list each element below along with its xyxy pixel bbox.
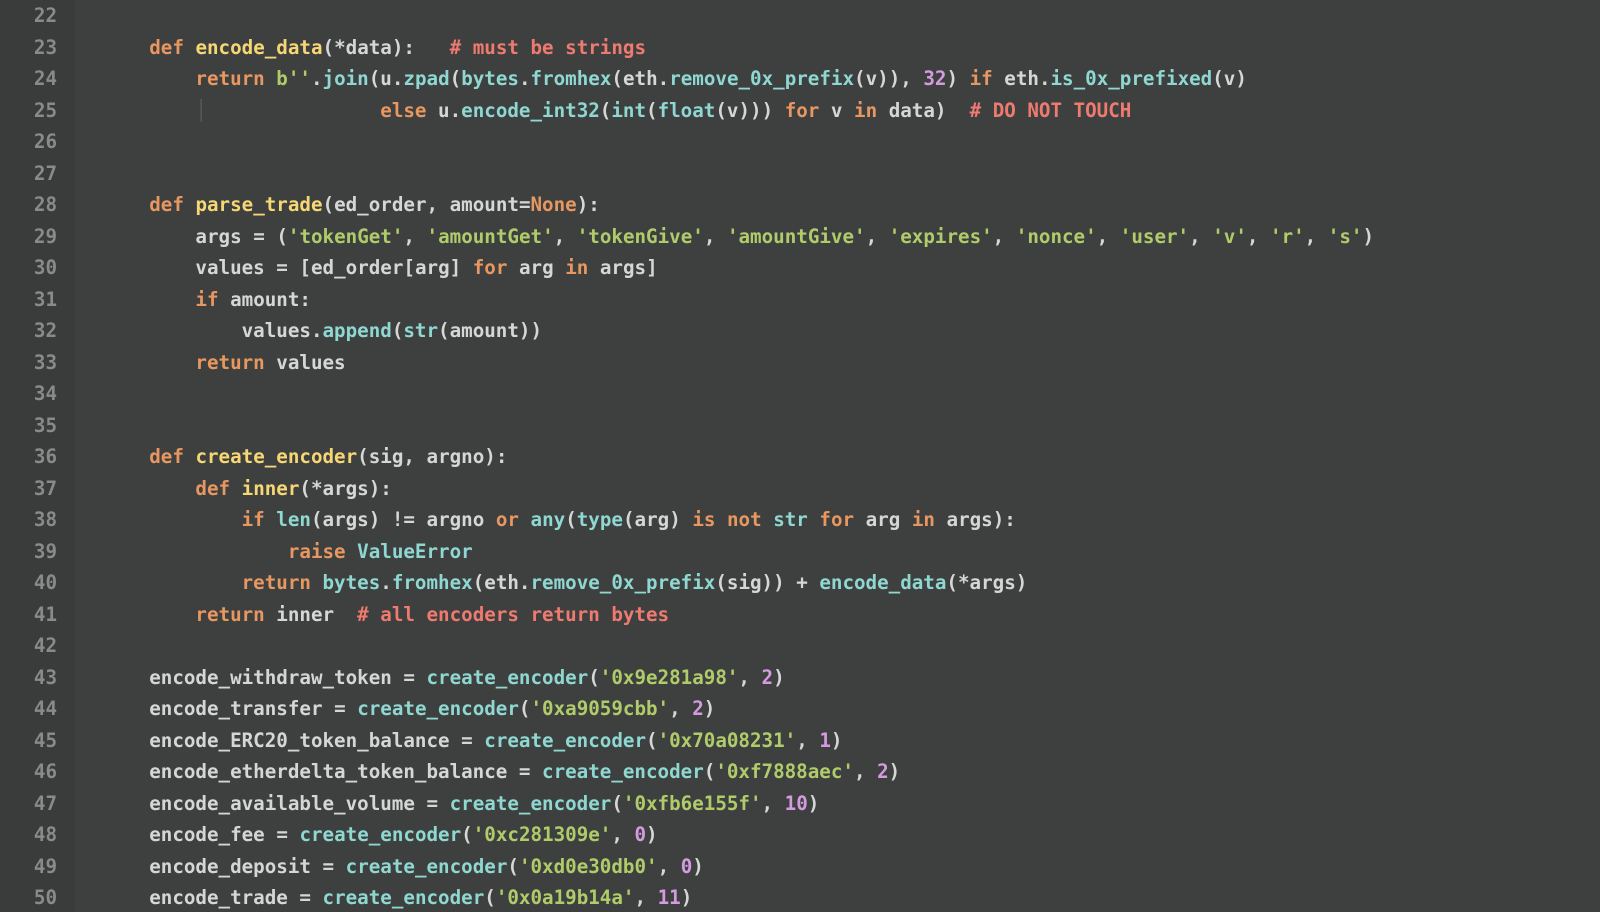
line-number: 36 [0,441,57,473]
code-line[interactable] [103,0,1600,32]
code-line[interactable]: │ else u.encode_int32(int(float(v))) for… [103,95,1600,127]
line-number: 28 [0,189,57,221]
code-line[interactable]: return bytes.fromhex(eth.remove_0x_prefi… [103,567,1600,599]
code-line[interactable] [103,378,1600,410]
line-number: 48 [0,819,57,851]
line-number-gutter: 2223242526272829303132333435363738394041… [0,0,75,912]
code-line[interactable]: return inner # all encoders return bytes [103,599,1600,631]
code-line[interactable]: encode_etherdelta_token_balance = create… [103,756,1600,788]
line-number: 30 [0,252,57,284]
line-number: 33 [0,347,57,379]
code-line[interactable]: args = ('tokenGet', 'amountGet', 'tokenG… [103,221,1600,253]
line-number: 43 [0,662,57,694]
code-line[interactable]: return b''.join(u.zpad(bytes.fromhex(eth… [103,63,1600,95]
line-number: 31 [0,284,57,316]
code-line[interactable]: def create_encoder(sig, argno): [103,441,1600,473]
line-number: 47 [0,788,57,820]
line-number: 49 [0,851,57,883]
code-line[interactable]: values.append(str(amount)) [103,315,1600,347]
line-number: 27 [0,158,57,190]
line-number: 26 [0,126,57,158]
code-editor[interactable]: 2223242526272829303132333435363738394041… [0,0,1600,912]
line-number: 39 [0,536,57,568]
line-number: 25 [0,95,57,127]
line-number: 37 [0,473,57,505]
line-number: 24 [0,63,57,95]
code-line[interactable]: return values [103,347,1600,379]
code-line[interactable]: encode_transfer = create_encoder('0xa905… [103,693,1600,725]
line-number: 23 [0,32,57,64]
code-line[interactable]: encode_withdraw_token = create_encoder('… [103,662,1600,694]
code-line[interactable]: def parse_trade(ed_order, amount=None): [103,189,1600,221]
line-number: 40 [0,567,57,599]
line-number: 38 [0,504,57,536]
code-line[interactable]: raise ValueError [103,536,1600,568]
code-line[interactable]: encode_ERC20_token_balance = create_enco… [103,725,1600,757]
code-line[interactable]: values = [ed_order[arg] for arg in args] [103,252,1600,284]
line-number: 41 [0,599,57,631]
code-line[interactable] [103,410,1600,442]
code-line[interactable]: encode_deposit = create_encoder('0xd0e30… [103,851,1600,883]
line-number: 44 [0,693,57,725]
line-number: 29 [0,221,57,253]
code-line[interactable]: encode_trade = create_encoder('0x0a19b14… [103,882,1600,912]
code-line[interactable]: encode_fee = create_encoder('0xc281309e'… [103,819,1600,851]
code-line[interactable]: if amount: [103,284,1600,316]
line-number: 50 [0,882,57,912]
code-line[interactable] [103,630,1600,662]
line-number: 42 [0,630,57,662]
line-number: 22 [0,0,57,32]
line-number: 35 [0,410,57,442]
line-number: 34 [0,378,57,410]
code-line[interactable] [103,126,1600,158]
code-line[interactable]: def encode_data(*data): # must be string… [103,32,1600,64]
code-line[interactable]: encode_available_volume = create_encoder… [103,788,1600,820]
code-line[interactable]: def inner(*args): [103,473,1600,505]
line-number: 46 [0,756,57,788]
line-number: 45 [0,725,57,757]
code-line[interactable] [103,158,1600,190]
line-number: 32 [0,315,57,347]
code-area[interactable]: def encode_data(*data): # must be string… [75,0,1600,912]
code-line[interactable]: if len(args) != argno or any(type(arg) i… [103,504,1600,536]
